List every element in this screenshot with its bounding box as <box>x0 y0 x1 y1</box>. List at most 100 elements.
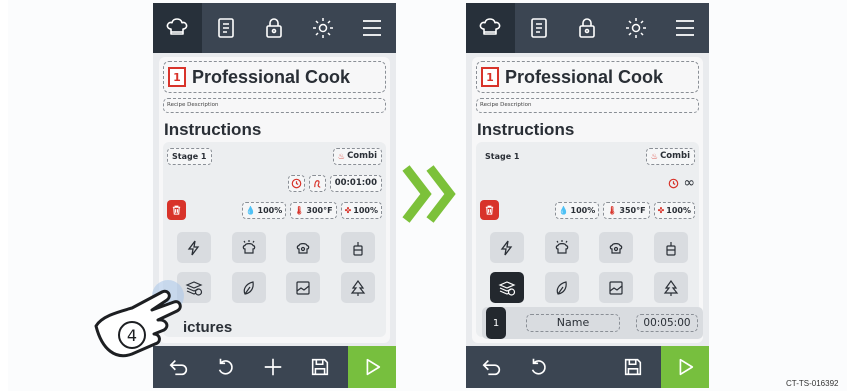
run-button[interactable] <box>661 346 709 388</box>
fan-field[interactable]: ✤ 100% <box>340 202 382 219</box>
humidity-value: 100% <box>570 206 596 215</box>
add-stage-button[interactable] <box>257 346 289 388</box>
tray-icon <box>666 241 676 256</box>
grid-button-tree[interactable] <box>653 272 688 303</box>
chef-hat-icon <box>479 18 501 35</box>
back-button[interactable] <box>476 346 508 388</box>
undo-icon <box>531 358 546 375</box>
tab-lock[interactable] <box>563 3 612 53</box>
trash-icon <box>485 205 494 215</box>
humidity-field[interactable]: 💧 100% <box>554 202 600 219</box>
timer-value[interactable]: 00:01:00 <box>329 174 382 192</box>
fan-field[interactable]: ✤ 100% <box>653 202 695 219</box>
tab-brightness[interactable] <box>299 3 348 53</box>
grid-button-chef-settings[interactable] <box>286 232 321 263</box>
grid-button-tree[interactable] <box>340 272 375 303</box>
grid-button-power[interactable] <box>177 232 211 263</box>
save-button[interactable] <box>304 346 336 388</box>
fan-icon: ✤ <box>344 206 352 215</box>
tab-lock[interactable] <box>250 3 299 53</box>
tray-icon <box>353 241 363 256</box>
grid-button-chef-burst[interactable] <box>544 232 579 263</box>
delete-stage-button[interactable] <box>480 200 499 220</box>
tab-brightness[interactable] <box>612 3 661 53</box>
grid-button-leaf[interactable] <box>231 272 266 303</box>
temperature-value: 300°F <box>306 206 333 215</box>
tree-icon <box>663 279 679 296</box>
humidity-value: 100% <box>257 206 283 215</box>
leaf-icon <box>243 280 254 295</box>
mode-button[interactable]: ♨ Combi <box>332 148 382 165</box>
grid-button-image[interactable] <box>286 272 321 303</box>
stage-label[interactable]: Stage 1 <box>480 148 525 165</box>
recipe-editor: 1 Professional Cook Recipe Description I… <box>472 57 703 343</box>
timer-row: ∞ <box>668 174 695 192</box>
stage-label[interactable]: Stage 1 <box>167 148 212 165</box>
grid-button-chef-settings[interactable] <box>599 232 634 263</box>
grid-button-image[interactable] <box>599 272 634 303</box>
undo-button[interactable] <box>523 346 555 388</box>
step-name-field[interactable]: Name <box>526 314 620 332</box>
fan-icon: ✤ <box>657 206 665 215</box>
play-icon <box>366 358 381 376</box>
probe-icon <box>313 179 321 188</box>
timer-mode-button[interactable] <box>287 174 305 192</box>
recipe-description-field[interactable]: Recipe Description <box>163 98 386 113</box>
parameters-row: 💧 100% 🌡 300°F ✤ 100% <box>167 200 382 222</box>
leaf-icon <box>556 280 567 295</box>
grid-button-steam-tray[interactable] <box>340 232 375 263</box>
recipe-title: Professional Cook <box>192 66 351 87</box>
plus-icon <box>264 358 282 376</box>
play-icon <box>679 358 694 376</box>
thermometer-icon: 🌡 <box>294 206 305 215</box>
grid-button-chef-burst[interactable] <box>231 232 266 263</box>
menu-icon <box>362 20 381 36</box>
recipe-number-badge: 1 <box>481 67 499 87</box>
clock-icon <box>669 178 679 188</box>
top-navigation-bar <box>466 3 709 53</box>
humidity-field[interactable]: 💧 100% <box>241 202 287 219</box>
tab-recipes[interactable] <box>202 3 251 53</box>
tab-chef[interactable] <box>153 3 202 53</box>
recipe-title-field[interactable]: 1 Professional Cook <box>163 61 386 93</box>
fan-value: 100% <box>353 206 378 215</box>
clipboard-icon <box>531 18 547 38</box>
droplet-icon: 💧 <box>245 206 256 215</box>
clock-icon <box>291 178 302 188</box>
recipe-number-badge: 1 <box>168 67 186 87</box>
temperature-field[interactable]: 🌡 350°F <box>603 202 650 219</box>
step-number[interactable]: 1 <box>486 307 506 339</box>
save-button[interactable] <box>617 346 649 388</box>
run-button[interactable] <box>348 346 396 388</box>
thermometer-icon: 🌡 <box>607 206 618 215</box>
tab-menu[interactable] <box>347 3 396 53</box>
grid-button-steam-tray[interactable] <box>653 232 688 263</box>
grid-button-leaf[interactable] <box>544 272 579 303</box>
continuous-timer-value[interactable]: ∞ <box>683 174 695 192</box>
recipe-description-field[interactable]: Recipe Description <box>476 98 699 113</box>
lightning-icon <box>187 240 200 255</box>
transition-chevron-icon <box>402 165 456 223</box>
step-marker-number: 4 <box>127 326 137 345</box>
delete-stage-button[interactable] <box>167 200 186 220</box>
back-arrow-icon <box>482 359 501 376</box>
mode-button[interactable]: ♨ Combi <box>645 148 695 165</box>
grid-button-power[interactable] <box>490 232 524 263</box>
recipe-title-field[interactable]: 1 Professional Cook <box>476 61 699 93</box>
lock-icon <box>579 18 596 38</box>
layers-clock-icon <box>498 280 516 296</box>
undo-icon <box>218 358 233 375</box>
chef-gear-icon <box>296 242 310 254</box>
hand-pointer-icon: 4 <box>94 280 184 358</box>
undo-button[interactable] <box>210 346 242 388</box>
tab-recipes[interactable] <box>515 3 564 53</box>
tree-icon <box>350 279 366 296</box>
step-duration-field[interactable]: 00:05:00 <box>636 314 698 332</box>
tab-chef[interactable] <box>466 3 515 53</box>
chef-gear-icon <box>609 242 623 254</box>
probe-mode-button[interactable] <box>308 174 326 192</box>
grid-button-layers-timer[interactable] <box>490 272 524 303</box>
temperature-field[interactable]: 🌡 300°F <box>290 202 337 219</box>
save-icon <box>311 358 329 376</box>
tab-menu[interactable] <box>660 3 709 53</box>
